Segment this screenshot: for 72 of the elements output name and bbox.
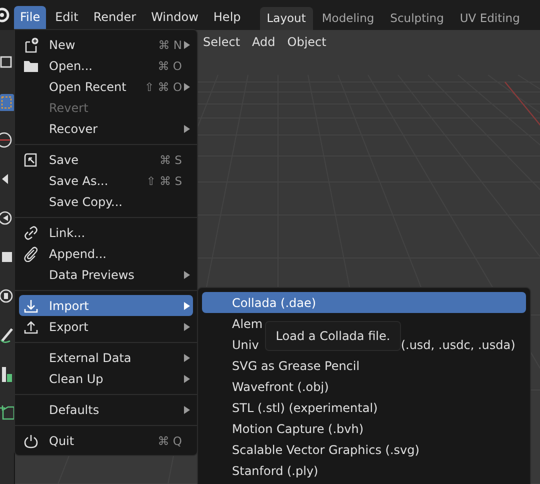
menu-item-label: Quit	[49, 434, 74, 448]
menu-item-label: Open Recent	[49, 80, 126, 94]
menu-item-label: New	[49, 38, 76, 52]
menu-item-label: Import	[49, 298, 89, 312]
menu-button[interactable]: Add	[246, 35, 282, 55]
menu-item[interactable]: Alem	[232, 316, 263, 330]
menu-item-label: Open...	[49, 58, 92, 72]
app-logo-icon[interactable]	[0, 7, 10, 23]
menu-item[interactable]: SVG as Grease Pencil	[232, 358, 360, 372]
menu-item[interactable]: Save Copy...	[19, 191, 193, 212]
menu-item[interactable]: Import	[19, 295, 193, 316]
menu-button[interactable]: Object	[281, 35, 332, 55]
menu-item[interactable]: Save As... ⇧ ⌘ S	[19, 170, 193, 191]
menu-item[interactable]: Defaults	[19, 399, 193, 420]
save-icon	[23, 152, 39, 168]
shortcut-label: ⌘ Q	[158, 434, 182, 448]
paperclip-icon	[23, 246, 39, 262]
menu-item[interactable]: Clean Up	[19, 368, 193, 389]
menu-button[interactable]: Window	[145, 6, 204, 30]
menu-item[interactable]: Open... ⌘ O	[19, 55, 193, 76]
tooltip-text: Load a Collada file.	[276, 329, 390, 343]
menu-item[interactable]: Recover	[19, 118, 193, 139]
menu-item-label: Export	[49, 320, 88, 334]
menu-item-label: Clean Up	[49, 372, 104, 386]
menu-item[interactable]: Open Recent ⇧ ⌘ O	[19, 76, 193, 97]
shortcut-label: ⌘ O	[158, 58, 182, 72]
power-icon	[23, 432, 39, 448]
menu-button[interactable]: Render	[87, 6, 142, 30]
shortcut-label: ⌘ S	[160, 152, 182, 166]
menu-item-label: Revert	[49, 100, 88, 114]
menu-item[interactable]: New ⌘ N	[19, 34, 193, 55]
menu-item-label: External Data	[49, 350, 132, 364]
menu-item[interactable]: Save ⌘ S	[19, 149, 193, 170]
menu-item-label[interactable]: (.usd, .usdc, .usda)	[400, 338, 516, 352]
new-file-icon	[23, 36, 39, 52]
menu-item-label: Link...	[49, 226, 86, 240]
link-icon	[23, 224, 39, 240]
menu-button[interactable]: File	[14, 6, 46, 30]
workspace-tab[interactable]: Sculpting	[383, 7, 451, 30]
menu-button[interactable]: Select	[197, 35, 246, 55]
menu-item-label: Recover	[49, 122, 98, 136]
menu-item[interactable]: Export	[19, 316, 193, 337]
menu-item[interactable]: STL (.stl) (experimental)	[232, 400, 378, 414]
menu-item[interactable]: Stanford (.ply)	[232, 464, 318, 478]
menu-item[interactable]: Wavefront (.obj)	[232, 380, 329, 394]
workspace-tab[interactable]: Modeling	[314, 7, 382, 30]
shortcut-label: ⌘ N	[158, 38, 182, 52]
menu-item[interactable]: Scalable Vector Graphics (.svg)	[232, 442, 420, 456]
menu-item[interactable]: Data Previews	[19, 264, 193, 285]
menu-item-label: Save	[49, 152, 78, 166]
export-icon	[23, 318, 39, 334]
menu-item[interactable]: Link...	[19, 222, 193, 243]
menu-item-label: Append...	[49, 246, 106, 260]
workspace-tab[interactable]: UV Editing	[452, 7, 527, 30]
menu-item-label: Save Copy...	[49, 194, 122, 208]
shortcut-label: ⇧ ⌘ O	[144, 80, 182, 94]
select-box-icon[interactable]	[0, 93, 14, 111]
menu-item-label: Defaults	[49, 402, 100, 416]
menu-item[interactable]: Quit ⌘ Q	[19, 430, 193, 451]
menu-item[interactable]: Append...	[19, 243, 193, 264]
annotate-pen-icon[interactable]	[0, 327, 14, 345]
shortcut-label: ⇧ ⌘ S	[146, 174, 182, 188]
menu-item[interactable]: Motion Capture (.bvh)	[232, 422, 364, 436]
menu-button[interactable]: Edit	[49, 6, 84, 30]
workspace-tab[interactable]: Layout	[260, 7, 313, 30]
menu-item-label: Save As...	[49, 174, 108, 188]
menu-button[interactable]: Help	[207, 6, 247, 30]
menu-item[interactable]: Collada (.dae)	[202, 292, 526, 313]
menu-item[interactable]: Univ	[232, 338, 259, 352]
menu-item-label: Data Previews	[49, 268, 134, 282]
import-icon	[23, 298, 39, 314]
menu-item[interactable]: External Data	[19, 347, 193, 368]
